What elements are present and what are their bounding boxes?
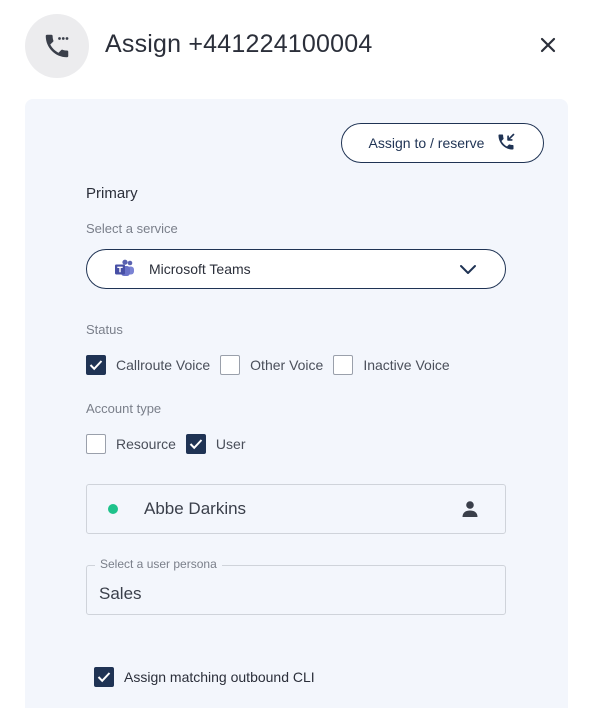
assign-cli-option[interactable]: Assign matching outbound CLI (94, 667, 315, 687)
account-type-option-user[interactable]: User (185, 434, 246, 454)
service-select-value: Microsoft Teams (149, 261, 251, 277)
phone-icon (25, 14, 89, 78)
dialog-title: Assign +441224100004 (105, 30, 373, 58)
status-option-label: Inactive Voice (363, 357, 450, 373)
checkbox-checked[interactable] (185, 434, 206, 454)
assign-reserve-button[interactable]: Assign to / reserve (341, 123, 544, 163)
user-name: Abbe Darkins (144, 499, 247, 518)
service-select[interactable]: Microsoft Teams (86, 249, 506, 289)
checkbox-unchecked[interactable] (86, 434, 106, 454)
checkbox-unchecked[interactable] (220, 355, 241, 375)
status-option-inactive-voice[interactable]: Inactive Voice (333, 355, 450, 375)
persona-value: Sales (99, 584, 142, 603)
teams-icon (114, 258, 136, 280)
status-options: Callroute Voice Other Voice Inactive Voi… (86, 355, 460, 375)
status-option-callroute-voice[interactable]: Callroute Voice (86, 355, 210, 375)
persona-select[interactable]: Select a user persona Sales (86, 557, 506, 615)
account-type-option-resource[interactable]: Resource (86, 434, 176, 454)
primary-section-label: Primary (86, 185, 138, 202)
close-icon[interactable] (535, 32, 561, 58)
status-option-other-voice[interactable]: Other Voice (220, 355, 323, 375)
checkbox-checked[interactable] (94, 667, 114, 687)
assign-cli-label: Assign matching outbound CLI (124, 669, 315, 685)
service-label: Select a service (86, 221, 178, 236)
assign-reserve-label: Assign to / reserve (368, 135, 485, 151)
account-type-label: Account type (86, 401, 162, 416)
checkbox-checked[interactable] (86, 355, 106, 375)
phone-incoming-icon (496, 132, 516, 155)
account-type-option-label: Resource (116, 436, 176, 452)
assign-panel: Assign to / reserve Primary Select a ser… (25, 99, 568, 708)
chevron-down-icon (459, 264, 477, 275)
account-type-options: Resource User (86, 434, 255, 454)
status-label: Status (86, 322, 123, 337)
persona-label: Select a user persona (95, 557, 222, 571)
account-type-option-label: User (215, 436, 246, 452)
status-option-label: Other Voice (250, 357, 324, 373)
user-status-dot (108, 504, 118, 514)
status-option-label: Callroute Voice (116, 357, 211, 373)
user-field[interactable]: Abbe Darkins (86, 484, 506, 534)
checkbox-unchecked[interactable] (333, 355, 354, 375)
person-icon[interactable] (461, 500, 479, 518)
